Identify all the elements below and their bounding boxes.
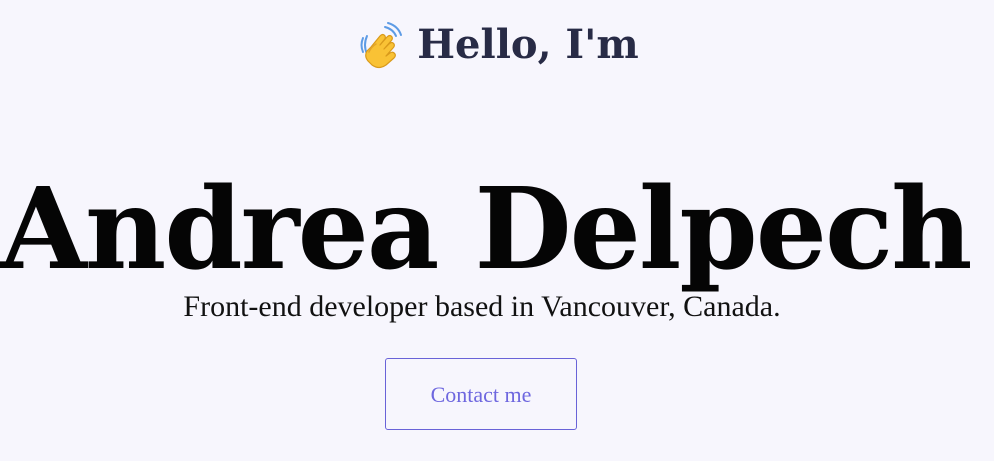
greeting-row: Hello, I'm xyxy=(0,18,994,72)
person-name: Andrea Delpech xyxy=(0,164,973,296)
contact-button[interactable]: Contact me xyxy=(385,358,577,430)
greeting-text: Hello, I'm xyxy=(417,21,639,68)
waving-hand-icon xyxy=(355,21,403,69)
tagline: Front-end developer based in Vancouver, … xyxy=(183,290,781,323)
hero-section: Hello, I'm Andrea Delpech Front-end deve… xyxy=(0,0,994,461)
